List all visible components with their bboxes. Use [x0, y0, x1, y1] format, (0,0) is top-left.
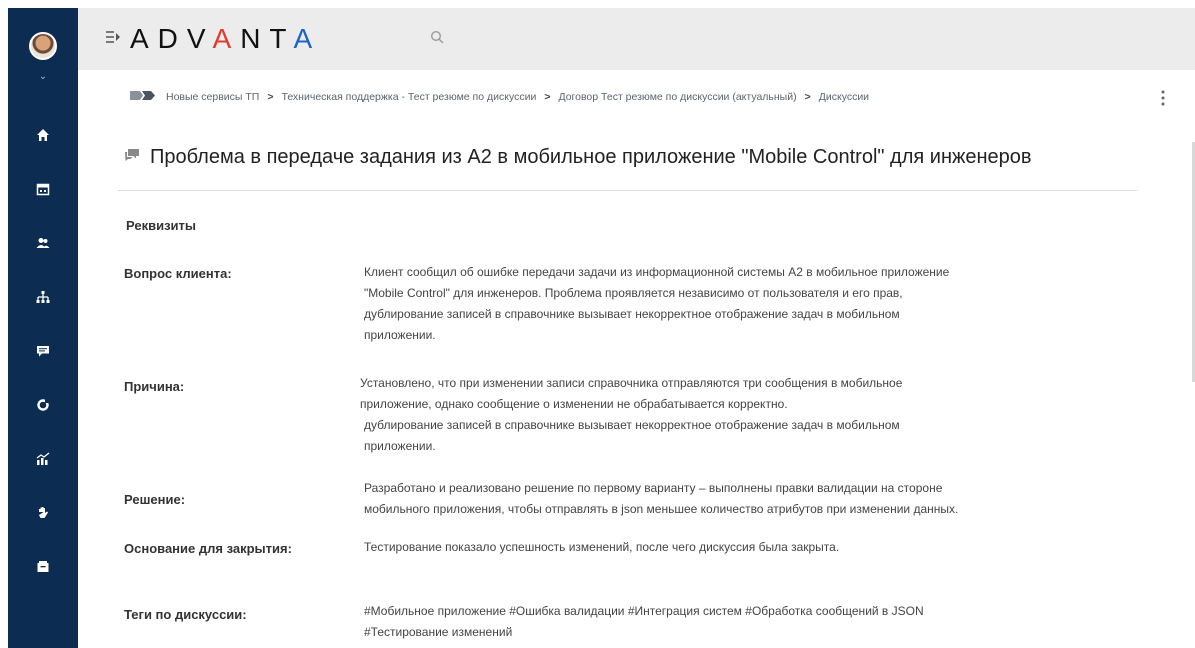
calendar-icon[interactable] [8, 182, 78, 201]
chat-icon[interactable] [8, 344, 78, 363]
field-label-client-question: Вопрос клиента: [124, 266, 232, 281]
search-icon[interactable] [430, 30, 444, 49]
text-line: Разработано и реализовано решение по пер… [364, 481, 943, 495]
top-bar: ADVANTA [78, 8, 1195, 70]
text-line: дублирование записей в справочнике вызыв… [364, 418, 900, 432]
breadcrumb-separator: > [267, 91, 274, 103]
org-chart-icon[interactable] [8, 290, 78, 309]
field-value-solution: Разработано и реализовано решение по пер… [364, 478, 958, 520]
title-row: Проблема в передаче задания из А2 в моби… [124, 146, 1032, 169]
field-label-tags: Теги по дискуссии: [124, 607, 247, 622]
text-line: приложение, однако сообщение о изменении… [360, 397, 788, 411]
text-line: приложении. [364, 328, 436, 342]
text-line: Установлено, что при изменении записи сп… [360, 376, 903, 390]
section-title: Реквизиты [126, 218, 196, 233]
chevron-down-icon[interactable]: ⌄ [8, 72, 78, 82]
text-line: приложении. [364, 439, 436, 453]
sidebar: ⌄ [8, 8, 78, 648]
main-content: Новые сервисы ТП > Техническая поддержка… [78, 70, 1195, 648]
hand-icon[interactable] [8, 506, 78, 525]
text-line: Тестирование показало успешность изменен… [364, 540, 840, 554]
inbox-icon[interactable] [8, 560, 78, 579]
advanta-logo[interactable]: ADVANTA [130, 22, 321, 56]
title-divider [118, 190, 1137, 191]
text-line: "Mobile Control" для инженеров. Проблема… [364, 286, 903, 300]
text-line: #Мобильное приложение #Ошибка валидации … [364, 604, 924, 618]
menu-toggle-icon[interactable] [106, 30, 122, 48]
text-line: мобильного приложения, чтобы отправлять … [364, 502, 959, 516]
field-value-tags: #Мобильное приложение #Ошибка валидации … [364, 601, 924, 643]
refresh-icon[interactable] [8, 398, 78, 417]
home-icon[interactable] [8, 128, 78, 147]
field-label-solution: Решение: [124, 492, 186, 507]
breadcrumb-item[interactable]: Техническая поддержка - Тест резюме по д… [282, 91, 537, 103]
page-title: Проблема в передаче задания из А2 в моби… [150, 146, 1032, 168]
analytics-icon[interactable] [8, 452, 78, 471]
discussion-icon [124, 148, 140, 167]
breadcrumb-separator: > [544, 91, 551, 103]
field-value-client-question: Клиент сообщил об ошибке передачи задачи… [364, 262, 949, 346]
field-label-cause: Причина: [124, 379, 185, 394]
field-label-closure-basis: Основание для закрытия: [124, 541, 292, 556]
text-line: дублирование записей в справочнике вызыв… [364, 307, 900, 321]
breadcrumb: Новые сервисы ТП > Техническая поддержка… [130, 91, 869, 103]
more-options-icon[interactable] [1161, 90, 1165, 111]
users-icon[interactable] [8, 236, 78, 255]
breadcrumb-flag-icon [130, 91, 156, 103]
text-line: #Тестирование изменений [364, 625, 513, 639]
breadcrumb-item[interactable]: Договор Тест резюме по дискуссии (актуал… [558, 91, 796, 103]
breadcrumb-item[interactable]: Дискуссии [819, 91, 869, 103]
user-avatar[interactable] [29, 32, 57, 60]
field-value-closure-basis: Тестирование показало успешность изменен… [364, 537, 839, 558]
text-line: Клиент сообщил об ошибке передачи задачи… [364, 265, 950, 279]
breadcrumb-item[interactable]: Новые сервисы ТП [166, 91, 259, 103]
field-value-cause: Установлено, что при изменении записи сп… [360, 373, 902, 457]
breadcrumb-separator: > [804, 91, 811, 103]
